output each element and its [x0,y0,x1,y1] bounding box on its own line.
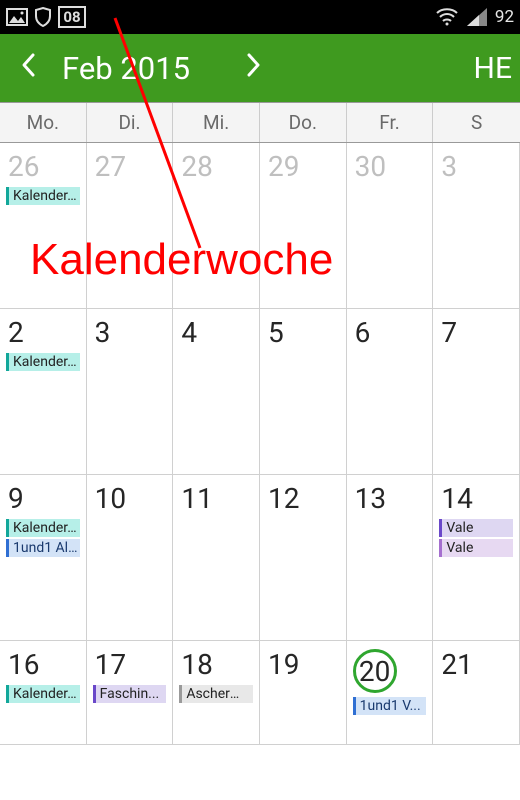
event-chip[interactable]: 1und1 V... [353,697,427,715]
event-list: Kalender... [6,187,80,205]
day-cell[interactable]: 18 Ascherm... [173,641,260,745]
day-cell[interactable]: 19 [260,641,347,745]
day-cell[interactable]: 13 [347,475,434,641]
event-list: Ascherm... [179,685,253,703]
event-chip[interactable]: Faschin... [93,685,167,703]
day-number: 27 [93,149,167,183]
day-number: 9 [6,481,80,515]
shield-icon [34,7,52,27]
status-right: 92 [435,7,514,27]
week-number-icon: 08 [58,6,86,28]
prev-month-button[interactable] [0,52,56,85]
wifi-icon [435,8,459,26]
day-number: 10 [93,481,167,515]
day-number: 19 [266,647,340,681]
app-header: Feb 2015 HE [0,34,520,102]
weekday-cell: Mo. [0,103,87,142]
today-button[interactable]: HE [466,51,520,86]
day-number: 14 [439,481,513,515]
weekday-cell: Fr. [347,103,434,142]
event-list: Kalender... [6,685,80,703]
day-cell[interactable]: 10 [87,475,174,641]
day-number: 6 [353,315,427,349]
day-number: 3 [439,149,513,183]
day-number: 30 [353,149,427,183]
day-number: 7 [439,315,513,349]
weekday-cell: Di. [87,103,174,142]
day-number: 5 [266,315,340,349]
day-cell[interactable]: 3 [433,143,520,309]
event-chip[interactable]: Kalender... [6,187,80,205]
day-cell[interactable]: 5 [260,309,347,475]
day-number: 2 [6,315,80,349]
event-list: Kalender... 1und1 Al... [6,519,80,557]
day-number: 13 [353,481,427,515]
day-number: 3 [93,315,167,349]
day-number: 16 [6,647,80,681]
day-cell[interactable]: 28 [173,143,260,309]
day-number: 29 [266,149,340,183]
event-chip[interactable]: Vale [439,539,513,557]
event-list: 1und1 V... [353,697,427,715]
day-number: 12 [266,481,340,515]
day-number: 28 [179,149,253,183]
day-number: 26 [6,149,80,183]
month-title[interactable]: Feb 2015 [56,50,190,87]
day-number: 17 [93,647,167,681]
day-cell[interactable]: 12 [260,475,347,641]
day-cell[interactable]: 4 [173,309,260,475]
event-chip[interactable]: Vale [439,519,513,537]
day-cell[interactable]: 9 Kalender... 1und1 Al... [0,475,87,641]
day-cell[interactable]: 29 [260,143,347,309]
cell-signal-icon [467,8,487,26]
day-number: 4 [179,315,253,349]
event-chip[interactable]: Kalender... [6,353,80,371]
day-cell[interactable]: 27 [87,143,174,309]
day-number: 20 [353,649,397,693]
status-bar: 08 92 [0,0,520,34]
day-cell[interactable]: 14 Vale Vale [433,475,520,641]
status-left: 08 [6,6,86,28]
day-cell[interactable]: 7 [433,309,520,475]
day-cell[interactable]: 6 [347,309,434,475]
next-month-button[interactable] [226,52,282,85]
event-list: Faschin... [93,685,167,703]
battery-percent: 92 [495,7,514,27]
day-number: 18 [179,647,253,681]
day-cell[interactable]: 30 [347,143,434,309]
weekday-row: Mo.Di.Mi.Do.Fr.S [0,102,520,143]
event-list: Vale Vale [439,519,513,557]
day-cell[interactable]: 17 Faschin... [87,641,174,745]
day-cell[interactable]: 16 Kalender... [0,641,87,745]
event-chip[interactable]: Ascherm... [179,685,253,703]
event-chip[interactable]: Kalender... [6,685,80,703]
event-chip[interactable]: 1und1 Al... [6,539,80,557]
day-number: 21 [439,647,513,681]
weekday-cell: Do. [260,103,347,142]
day-cell[interactable]: 26 Kalender... [0,143,87,309]
event-chip[interactable]: Kalender... [6,519,80,537]
day-cell[interactable]: 3 [87,309,174,475]
day-cell[interactable]: 21 [433,641,520,745]
calendar-grid: 26Kalender...2728293032Kalender...345679… [0,143,520,745]
day-cell[interactable]: 2 Kalender... [0,309,87,475]
picture-icon [6,8,28,26]
day-cell[interactable]: 20 1und1 V... [347,641,434,745]
day-number: 11 [179,481,253,515]
weekday-cell: Mi. [173,103,260,142]
event-list: Kalender... [6,353,80,371]
weekday-cell: S [433,103,520,142]
day-cell[interactable]: 11 [173,475,260,641]
